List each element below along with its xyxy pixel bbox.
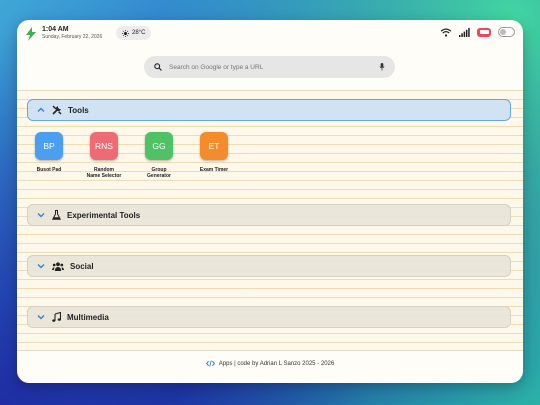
section-title-social: Social (70, 261, 94, 271)
chevron-down-icon (37, 212, 45, 218)
app-exam-timer[interactable]: ET Exam Timer (190, 132, 238, 173)
search-bar[interactable] (144, 56, 395, 78)
section-multimedia[interactable]: Multimedia (27, 306, 511, 328)
chevron-down-icon (37, 314, 45, 320)
signal-icon[interactable] (459, 27, 470, 37)
section-social[interactable]: Social (27, 255, 511, 277)
flask-icon (52, 210, 61, 220)
app-label: Busot Pad (36, 167, 62, 173)
theme-toggle[interactable] (498, 27, 515, 37)
clock-date: Sunday, February 22, 2026 (42, 34, 103, 40)
browser-window: 1:04 AM Sunday, February 22, 2026 28°C S… (17, 20, 523, 383)
music-icon (52, 312, 61, 322)
battery-icon[interactable] (477, 27, 491, 37)
tools-icon (52, 105, 62, 115)
users-icon (52, 261, 64, 271)
app-random-name-selector[interactable]: RNS Random Name Selector (80, 132, 128, 179)
footer-text: Apps | code by Adrian L Sanzo 2025 - 202… (218, 360, 335, 367)
status-icons (440, 27, 515, 37)
app-tile[interactable]: RNS (90, 132, 118, 160)
chevron-down-icon (37, 263, 45, 269)
clock-time: 1:04 AM (42, 26, 69, 33)
weather-temperature: 28°C (132, 30, 146, 36)
section-title-tools: Tools (68, 105, 89, 115)
app-label: Exam Timer (199, 167, 229, 173)
code-icon (205, 360, 215, 367)
sun-icon (122, 29, 129, 37)
microphone-icon[interactable] (379, 63, 385, 71)
app-tile[interactable]: GG (145, 132, 173, 160)
search-input[interactable] (169, 63, 379, 71)
app-busot-pad[interactable]: BP Busot Pad (25, 132, 73, 173)
section-tools[interactable]: Tools (27, 99, 511, 121)
wifi-icon[interactable] (440, 28, 452, 37)
chevron-up-icon (37, 107, 45, 113)
lightning-logo-icon (26, 27, 36, 41)
search-icon (154, 63, 162, 71)
tools-apps-grid: BP Busot Pad RNS Random Name Selector GG… (17, 132, 523, 202)
app-tile[interactable]: ET (200, 132, 228, 160)
status-bar: 1:04 AM Sunday, February 22, 2026 28°C (17, 20, 523, 48)
section-title-multimedia: Multimedia (67, 312, 109, 322)
footer: Apps | code by Adrian L Sanzo 2025 - 202… (17, 360, 523, 367)
app-label: Group Generator (147, 167, 171, 179)
app-group-generator[interactable]: GG Group Generator (135, 132, 183, 179)
section-experimental-tools[interactable]: Experimental Tools (27, 204, 511, 226)
app-label: Random Name Selector (86, 167, 122, 179)
section-title-experimental-tools: Experimental Tools (67, 210, 141, 220)
app-tile[interactable]: BP (35, 132, 63, 160)
weather-badge[interactable]: 28°C (116, 26, 152, 40)
